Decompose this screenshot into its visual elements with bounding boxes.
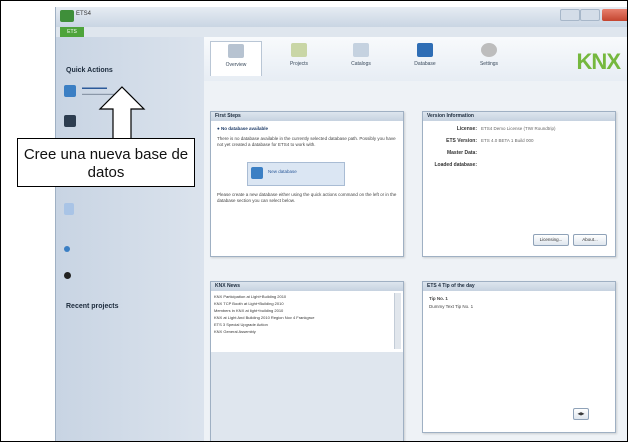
import-icon — [64, 203, 74, 215]
tab-catalogs[interactable]: Catalogs — [336, 41, 386, 75]
ets-window: ETS4 ETS Quick Actions ▬▬▬▬▬ ▬▬▬▬▬▬▬▬▬ R… — [55, 7, 627, 441]
title-bar: ETS4 — [56, 7, 627, 27]
minimize-button[interactable] — [560, 9, 580, 21]
news-item[interactable]: ETS 3 Special Upgrade Action — [214, 322, 382, 328]
new-database-button-label: New database — [268, 169, 297, 174]
news-item[interactable]: KNX TCP Booth at Light+Building 2010 — [214, 301, 382, 307]
help-icon — [64, 246, 70, 252]
database-icon — [417, 43, 433, 57]
tab-catalogs-label: Catalogs — [351, 61, 371, 67]
ets-logo-icon — [60, 10, 74, 22]
project-icon — [64, 115, 76, 127]
new-database-icon — [64, 85, 76, 97]
new-database-icon — [251, 167, 263, 179]
tip-number: Tip No. 1 — [429, 296, 448, 301]
tab-settings-label: Settings — [479, 61, 499, 67]
master-data-label: Master Data: — [446, 150, 477, 156]
ets-menu-tab[interactable]: ETS — [60, 27, 84, 37]
quick-action-link[interactable] — [64, 269, 184, 283]
callout-text: Cree una nueva base de datos — [23, 146, 189, 181]
no-database-warning: ● No database available — [217, 126, 268, 131]
version-info-title: Version Information — [423, 112, 615, 121]
news-detail-area — [211, 352, 403, 441]
tab-overview-label: Overview — [225, 62, 247, 68]
license-value: ETS4 Demo License (TIW Roundtrip) — [481, 126, 556, 131]
settings-icon — [481, 43, 497, 57]
quick-action-import[interactable] — [64, 203, 184, 217]
news-item[interactable]: KNX at Light And Building 2010 Region No… — [214, 315, 382, 321]
new-database-button[interactable]: New database — [247, 162, 345, 186]
knx-news-title: KNX News — [211, 282, 403, 291]
quick-actions-title: Quick Actions — [66, 67, 113, 74]
tab-database[interactable]: Database — [400, 41, 450, 75]
ets-version-label: ETS Version: — [446, 138, 477, 144]
news-item[interactable]: KNX Participation at Light+Building 2010 — [214, 294, 382, 300]
close-button[interactable] — [602, 9, 627, 21]
callout-box: Cree una nueva base de datos — [17, 138, 195, 187]
knx-logo: KNX — [576, 49, 621, 74]
news-scrollbar[interactable] — [394, 293, 401, 349]
tip-text: Dummy Text Tip No. 1 — [429, 304, 474, 309]
catalogs-icon — [353, 43, 369, 57]
news-item[interactable]: Members in KNX at light+building 2010 — [214, 308, 382, 314]
projects-icon — [291, 43, 307, 57]
ets-version-value: ETS 4.0 BETA 1 Build 000 — [481, 138, 534, 143]
prev-tip-button[interactable]: ◀▶ — [573, 408, 589, 420]
window-title: ETS4 — [76, 11, 92, 17]
no-database-warning-text: No database available — [220, 126, 268, 131]
tab-projects[interactable]: Projects — [274, 41, 324, 75]
license-label: License: — [456, 126, 477, 132]
ribbon: Overview Projects Catalogs Database Sett… — [204, 37, 627, 82]
tab-database-label: Database — [414, 61, 436, 67]
licensing-button[interactable]: Licensing... — [533, 234, 569, 246]
recent-projects-title: Recent projects — [66, 303, 119, 310]
loaded-database-label: Loaded database: — [434, 162, 477, 168]
overview-icon — [228, 44, 244, 58]
first-steps-panel: First Steps ● No database available Ther… — [210, 111, 404, 257]
tab-overview[interactable]: Overview — [210, 41, 262, 76]
tip-title: ETS 4 Tip of the day — [423, 282, 615, 291]
maximize-button[interactable] — [580, 9, 600, 21]
tab-projects-label: Projects — [289, 61, 309, 67]
knx-news-panel: KNX News KNX Participation at Light+Buil… — [210, 281, 404, 441]
about-button[interactable]: About... — [573, 234, 607, 246]
screenshot-frame: ETS4 ETS Quick Actions ▬▬▬▬▬ ▬▬▬▬▬▬▬▬▬ R… — [0, 0, 628, 442]
version-info-panel: Version Information License: ETS4 Demo L… — [422, 111, 616, 257]
first-steps-footer: Please create a new database either usin… — [217, 192, 397, 203]
first-steps-body: There is no database available in the cu… — [217, 136, 396, 147]
callout-arrow-icon — [98, 86, 146, 140]
quick-action-help[interactable] — [64, 243, 184, 257]
news-item[interactable]: KNX General Assembly — [214, 329, 382, 335]
link-icon — [64, 272, 71, 279]
first-steps-title: First Steps — [211, 112, 403, 121]
tip-panel: ETS 4 Tip of the day Tip No. 1 Dummy Tex… — [422, 281, 616, 433]
main-area: First Steps ● No database available Ther… — [204, 81, 627, 441]
tab-settings[interactable]: Settings — [464, 41, 514, 75]
